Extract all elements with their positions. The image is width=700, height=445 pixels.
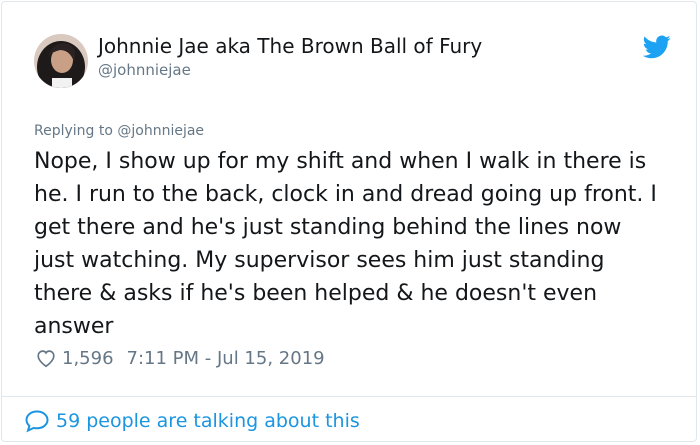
replying-to-label: Replying to bbox=[34, 123, 113, 139]
twitter-bird-icon[interactable] bbox=[643, 35, 671, 59]
like-count[interactable]: 1,596 bbox=[62, 348, 114, 369]
replying-to-line: Replying to @johnniejae bbox=[34, 123, 204, 139]
display-name[interactable]: Johnnie Jae aka The Brown Ball of Fury bbox=[98, 34, 482, 58]
reply-mention-link[interactable]: @johnniejae bbox=[117, 123, 204, 139]
user-handle[interactable]: @johnniejae bbox=[98, 61, 191, 79]
avatar[interactable] bbox=[34, 34, 88, 88]
tweet-meta: 1,596 7:11 PM - Jul 15, 2019 bbox=[35, 346, 325, 370]
tweet-card: Johnnie Jae aka The Brown Ball of Fury @… bbox=[1, 1, 697, 442]
divider bbox=[2, 396, 696, 397]
tweet-timestamp[interactable]: 7:11 PM - Jul 15, 2019 bbox=[127, 348, 325, 369]
conversation-link[interactable]: 59 people are talking about this bbox=[24, 407, 360, 435]
speech-bubble-icon bbox=[25, 410, 49, 433]
talking-text[interactable]: 59 people are talking about this bbox=[56, 410, 360, 432]
heart-icon[interactable] bbox=[35, 347, 57, 369]
tweet-text: Nope, I show up for my shift and when I … bbox=[34, 149, 657, 339]
